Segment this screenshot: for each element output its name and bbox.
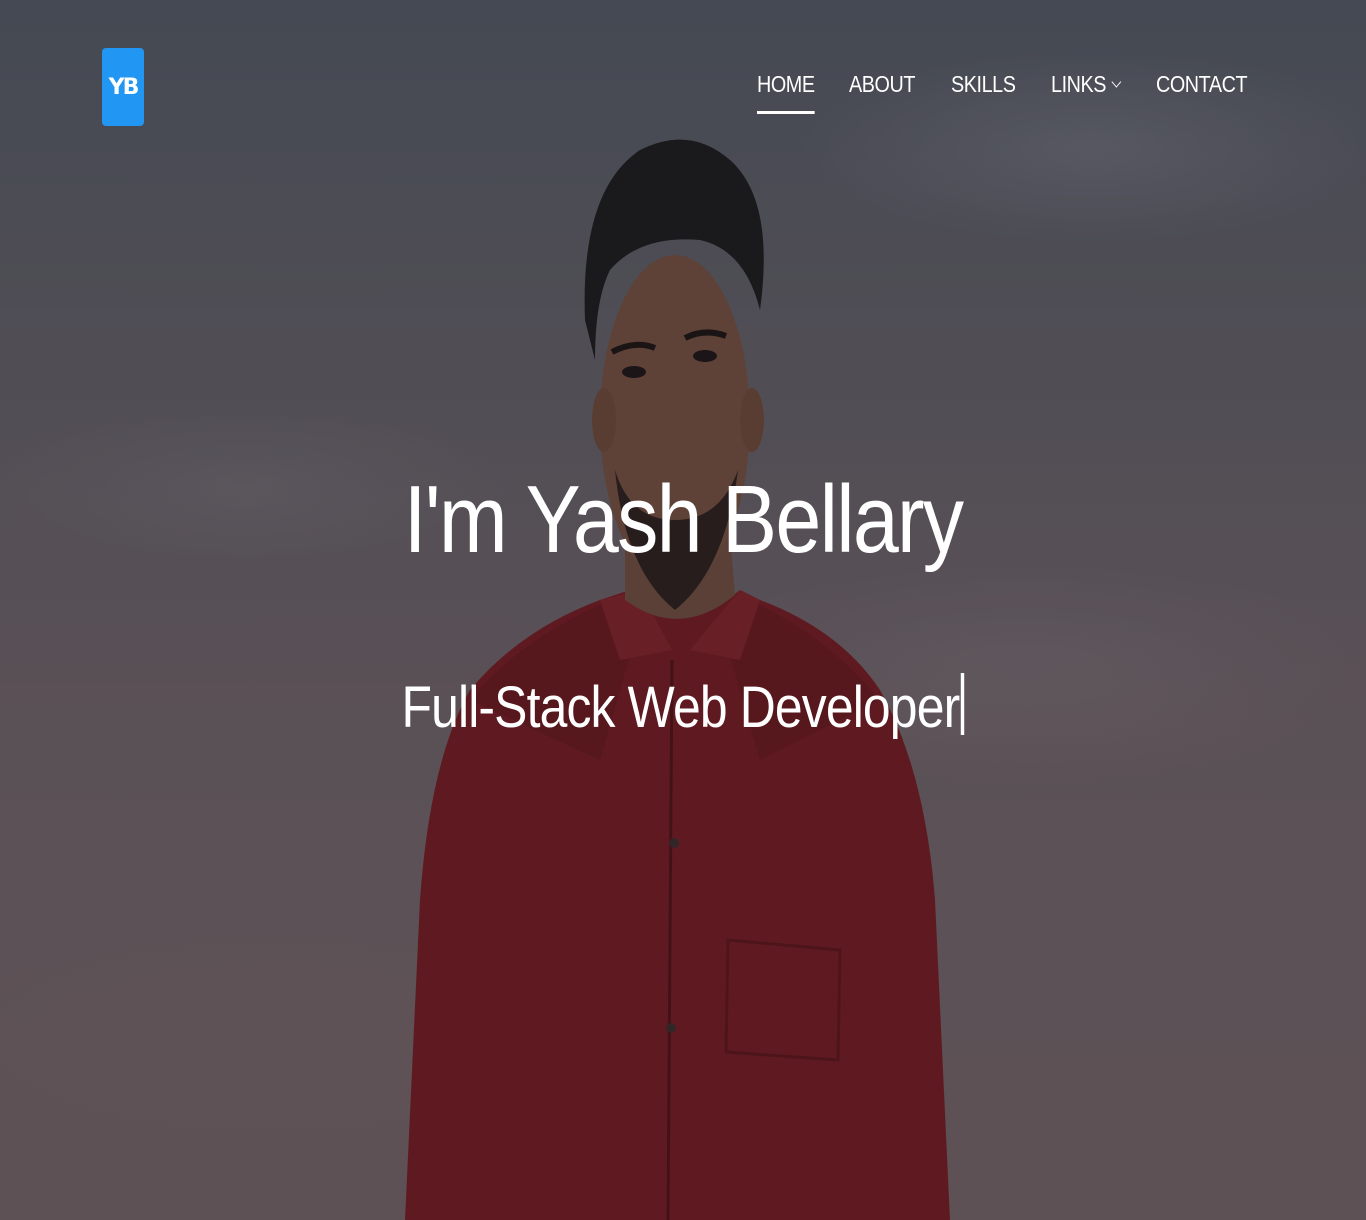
hero-subtitle-text: Full-Stack Web Developer [401, 675, 960, 740]
nav-item-links[interactable]: LINKS [1051, 66, 1122, 102]
hero-subtitle: Full-Stack Web Developer [96, 668, 1271, 748]
typing-cursor [961, 673, 965, 735]
hero-headline: I'm Yash Bellary [403, 466, 964, 573]
nav-item-home[interactable]: HOME [757, 66, 815, 114]
chevron-down-icon [1111, 76, 1122, 88]
logo-text: YB [108, 74, 140, 100]
main-nav: HOME ABOUT SKILLS LINKS CONTACT [757, 66, 1256, 114]
logo[interactable]: YB [102, 48, 144, 126]
dark-overlay [0, 0, 1366, 1220]
nav-label-about: ABOUT [849, 71, 916, 97]
nav-item-about[interactable]: ABOUT [849, 66, 915, 102]
nav-label-skills: SKILLS [951, 71, 1016, 97]
nav-item-skills[interactable]: SKILLS [951, 66, 1016, 102]
nav-label-contact: CONTACT [1156, 71, 1248, 97]
nav-label-home: HOME [757, 71, 815, 97]
hero-section: YB HOME ABOUT SKILLS LINKS CONTACT I'm Y… [0, 0, 1366, 1220]
nav-item-contact[interactable]: CONTACT [1156, 66, 1248, 102]
nav-label-links: LINKS [1051, 71, 1107, 97]
